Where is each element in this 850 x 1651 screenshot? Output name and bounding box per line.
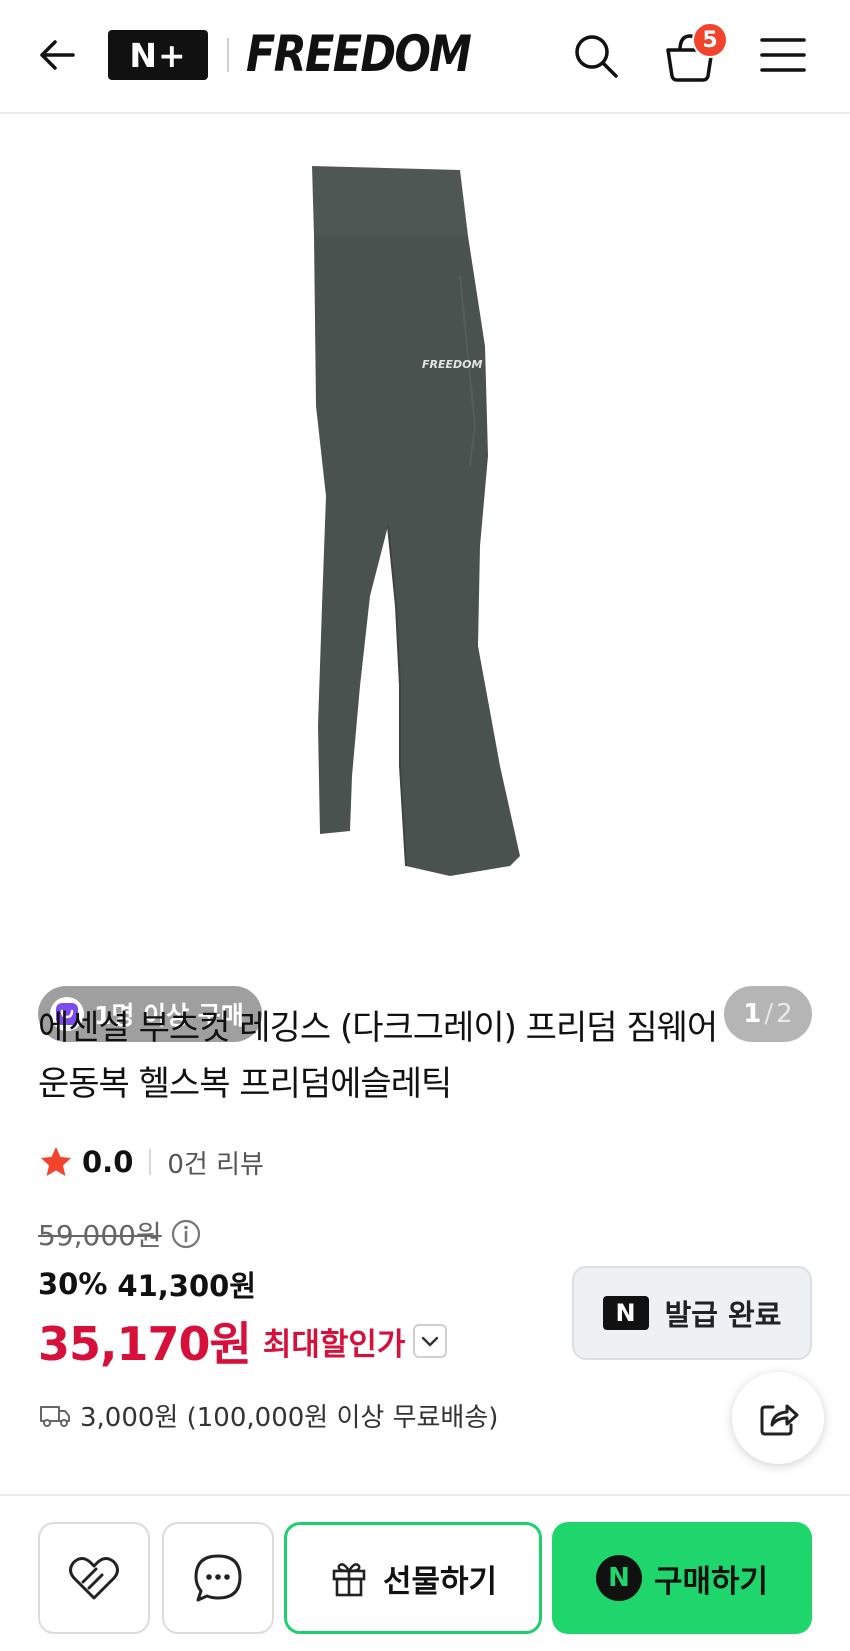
chevron-down-icon	[422, 1336, 439, 1347]
product-image-gallery[interactable]: FREEDOM 1명 이상 구매 1 / 2	[0, 116, 850, 1042]
buy-button[interactable]: N 구매하기	[552, 1522, 812, 1634]
wishlist-button[interactable]	[38, 1522, 150, 1634]
cart-count-badge: 5	[692, 22, 728, 58]
sale-price: 41,300원	[117, 1269, 257, 1303]
share-icon	[760, 1404, 799, 1436]
product-image: FREEDOM	[312, 166, 520, 876]
menu-button[interactable]	[758, 32, 808, 78]
info-icon[interactable]	[170, 1218, 202, 1250]
gift-button[interactable]: 선물하기	[284, 1522, 542, 1634]
naver-coupon-icon: N	[602, 1296, 649, 1330]
rating-divider	[149, 1149, 152, 1175]
chat-button[interactable]	[162, 1522, 274, 1634]
sale-price-row: 30% 41,300원	[38, 1262, 256, 1306]
share-button[interactable]	[732, 1372, 824, 1464]
max-discount-price: 35,170원	[38, 1317, 252, 1371]
bottom-action-bar: 선물하기 N 구매하기	[0, 1496, 850, 1651]
gift-icon	[332, 1563, 366, 1597]
discount-rate: 30%	[38, 1267, 108, 1301]
shipping-info: 3,000원 (100,000원 이상 무료배송)	[38, 1392, 498, 1438]
delivery-truck-icon	[40, 1406, 70, 1427]
max-discount-label: 최대할인가	[262, 1326, 406, 1363]
heart-icon	[69, 1557, 119, 1600]
back-button[interactable]	[32, 30, 82, 80]
product-title: 에센셜 부츠컷 레깅스 (다크그레이) 프리덤 짐웨어 운동복 헬스복 프리덤에…	[38, 1000, 818, 1112]
original-price-row: 59,000원	[38, 1212, 202, 1256]
rating-value: 0.0	[82, 1145, 134, 1179]
coupon-label: 발급 완료	[664, 1298, 782, 1332]
rating-row[interactable]: 0.0 0건 리뷰	[38, 1140, 264, 1184]
shipping-text: 3,000원 (100,000원 이상 무료배송)	[80, 1402, 499, 1433]
logo-divider	[227, 38, 229, 72]
nplus-logo[interactable]: N+	[108, 30, 208, 80]
review-count[interactable]: 0건 리뷰	[167, 1144, 264, 1181]
arrow-left-icon	[40, 40, 75, 70]
brand-name[interactable]: FREEDOM	[246, 24, 472, 84]
original-price: 59,000원	[38, 1219, 162, 1252]
max-discount-toggle[interactable]	[413, 1324, 448, 1358]
product-title-line-2: 운동복 헬스복 프리덤에슬레틱	[38, 1064, 452, 1104]
hamburger-menu-icon	[760, 38, 806, 72]
search-button[interactable]	[570, 30, 622, 82]
product-print-text: FREEDOM	[422, 358, 482, 371]
buy-label: 구매하기	[653, 1563, 769, 1600]
max-discount-row[interactable]: 35,170원 최대할인가	[38, 1308, 448, 1374]
product-title-line-1: 에센셜 부츠컷 레깅스 (다크그레이) 프리덤 짐웨어	[38, 1008, 718, 1048]
top-header: N+ FREEDOM 5	[0, 0, 850, 114]
search-icon	[575, 35, 618, 78]
chat-bubble-icon	[194, 1554, 242, 1602]
naver-pay-icon: N	[595, 1555, 642, 1601]
coupon-issued-button[interactable]: N 발급 완료	[572, 1266, 812, 1360]
gift-label: 선물하기	[382, 1563, 498, 1600]
star-icon	[41, 1147, 71, 1176]
